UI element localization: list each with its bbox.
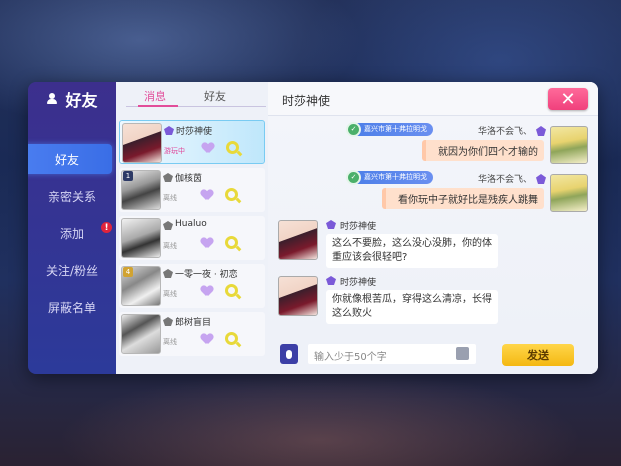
message-bubble: 你就像根苦瓜，穿得这么清凉，长得这么败火 <box>326 290 498 324</box>
friend-name: 郎树盲目 <box>175 318 212 328</box>
nav-item-blocked[interactable]: 屏蔽名单 <box>28 292 116 322</box>
avatar <box>278 220 318 260</box>
microphone-icon <box>286 349 292 359</box>
nav-item-label: 关注/粉丝 <box>45 263 99 278</box>
sender-name: 时莎神使 <box>340 222 377 232</box>
chat-input-bar: 输入少于50个字 发送 <box>268 336 598 374</box>
avatar <box>550 126 588 164</box>
friend-item[interactable]: 1 伽核茵 离线 <box>119 168 265 212</box>
friend-name: 伽核茵 <box>175 174 203 184</box>
friends-panel: 好友 好友 亲密关系 添加 ! 关注/粉丝 屏蔽名单 消息 好友 时莎神使 游玩… <box>28 82 598 374</box>
rank-icon <box>326 220 336 229</box>
rank-icon <box>164 126 174 135</box>
heart-icon[interactable] <box>202 143 214 154</box>
list-tabs: 消息 好友 <box>116 82 268 110</box>
friend-status: 离线 <box>163 290 177 298</box>
avatar <box>278 276 318 316</box>
friend-item[interactable]: 时莎神使 游玩中 <box>119 120 265 164</box>
level-badge: 4 <box>123 267 133 277</box>
heart-icon[interactable] <box>201 286 213 297</box>
search-icon[interactable] <box>226 141 239 154</box>
heart-icon[interactable] <box>201 334 213 345</box>
heart-icon[interactable] <box>201 238 213 249</box>
voice-button[interactable] <box>280 344 298 364</box>
check-icon: ✓ <box>346 122 361 137</box>
message-item: 时莎神使 你就像根苦瓜，穿得这么清凉，长得这么败火 <box>268 276 598 334</box>
send-button[interactable]: 发送 <box>502 344 574 366</box>
message-item: 时莎神使 这么不要脸，这么没心没肺，你的体重应该会很轻吧? <box>268 220 598 278</box>
avatar <box>122 123 162 163</box>
search-icon[interactable] <box>225 332 238 345</box>
friend-name: 时莎神使 <box>176 127 213 137</box>
message-item: 华洛不会飞、 ✓ 嘉兴市第十弗拉明戈 看你玩中子就好比是残疾人跳舞 <box>268 170 598 216</box>
friends-nav: 好友 好友 亲密关系 添加 ! 关注/粉丝 屏蔽名单 <box>28 82 116 374</box>
friend-name: Hualuo <box>175 219 207 229</box>
friends-icon <box>46 93 59 105</box>
avatar: 4 <box>121 266 161 306</box>
rank-icon <box>163 317 173 326</box>
message-bubble: 看你玩中子就好比是残疾人跳舞 <box>382 188 544 209</box>
chat-panel: 时莎神使 ✕ 华洛不会飞、 ✓ 嘉兴市第十弗拉明戈 就因为你们四个才输的 华洛不… <box>268 82 598 374</box>
nav-item-label: 屏蔽名单 <box>47 300 96 315</box>
avatar <box>121 314 161 354</box>
rank-icon <box>326 276 336 285</box>
nav-item-friends[interactable]: 好友 <box>28 144 112 174</box>
nav-item-label: 亲密关系 <box>47 189 96 204</box>
heart-icon[interactable] <box>201 190 213 201</box>
nav-item-intimacy[interactable]: 亲密关系 <box>28 181 116 211</box>
friend-item[interactable]: 4 一零一夜 · 初恋 离线 <box>119 264 265 308</box>
message-list[interactable]: 华洛不会飞、 ✓ 嘉兴市第十弗拉明戈 就因为你们四个才输的 华洛不会飞、 ✓ 嘉… <box>268 116 598 336</box>
message-input[interactable]: 输入少于50个字 <box>308 344 476 364</box>
level-badge: 1 <box>123 171 133 181</box>
guild-tag: ✓ 嘉兴市第十弗拉明戈 <box>346 122 433 137</box>
chat-title: 时莎神使 <box>282 94 331 108</box>
message-bubble: 就因为你们四个才输的 <box>422 140 544 161</box>
tab-friends[interactable]: 好友 <box>204 88 226 104</box>
avatar <box>550 174 588 212</box>
guild-name: 嘉兴市第十弗拉明戈 <box>364 125 427 133</box>
chat-header: 时莎神使 ✕ <box>268 82 598 116</box>
rank-icon <box>163 173 173 182</box>
close-icon: ✕ <box>560 88 576 110</box>
search-icon[interactable] <box>225 188 238 201</box>
nav-item-follow[interactable]: 关注/粉丝 <box>28 255 116 285</box>
emoji-icon[interactable] <box>456 347 469 360</box>
nav-item-label: 好友 <box>54 152 79 167</box>
rank-icon <box>163 221 173 230</box>
nav-title: 好友 <box>28 82 116 116</box>
avatar <box>121 218 161 258</box>
alert-badge: ! <box>101 222 112 233</box>
friend-status: 离线 <box>163 194 177 202</box>
friend-list-column: 消息 好友 时莎神使 游玩中 1 伽核茵 离线 Hualuo 离线 4 一零一夜… <box>116 82 268 374</box>
message-item: 华洛不会飞、 ✓ 嘉兴市第十弗拉明戈 就因为你们四个才输的 <box>268 122 598 168</box>
rank-icon <box>536 174 546 184</box>
search-icon[interactable] <box>225 284 238 297</box>
tab-active-indicator <box>138 105 178 107</box>
friend-item[interactable]: 郎树盲目 离线 <box>119 312 265 356</box>
nav-item-label: 添加 <box>59 226 84 241</box>
sender-name: 时莎神使 <box>340 278 377 288</box>
sender-name: 华洛不会飞、 <box>477 127 532 137</box>
friend-name: 一零一夜 · 初恋 <box>175 270 238 280</box>
friend-status: 离线 <box>163 338 177 346</box>
nav-title-label: 好友 <box>65 91 98 110</box>
rank-icon <box>163 269 173 278</box>
rank-icon <box>536 126 546 136</box>
friend-status: 游玩中 <box>164 147 185 155</box>
guild-name: 嘉兴市第十弗拉明戈 <box>364 173 427 181</box>
close-button[interactable]: ✕ <box>548 88 588 110</box>
message-bubble: 这么不要脸，这么没心没肺，你的体重应该会很轻吧? <box>326 234 498 268</box>
sender-name: 华洛不会飞、 <box>477 175 532 185</box>
friend-item[interactable]: Hualuo 离线 <box>119 216 265 260</box>
check-icon: ✓ <box>346 170 361 185</box>
avatar: 1 <box>121 170 161 210</box>
friend-status: 离线 <box>163 242 177 250</box>
nav-item-add[interactable]: 添加 ! <box>28 218 116 248</box>
tab-messages[interactable]: 消息 <box>144 88 166 104</box>
guild-tag: ✓ 嘉兴市第十弗拉明戈 <box>346 170 433 185</box>
search-icon[interactable] <box>225 236 238 249</box>
